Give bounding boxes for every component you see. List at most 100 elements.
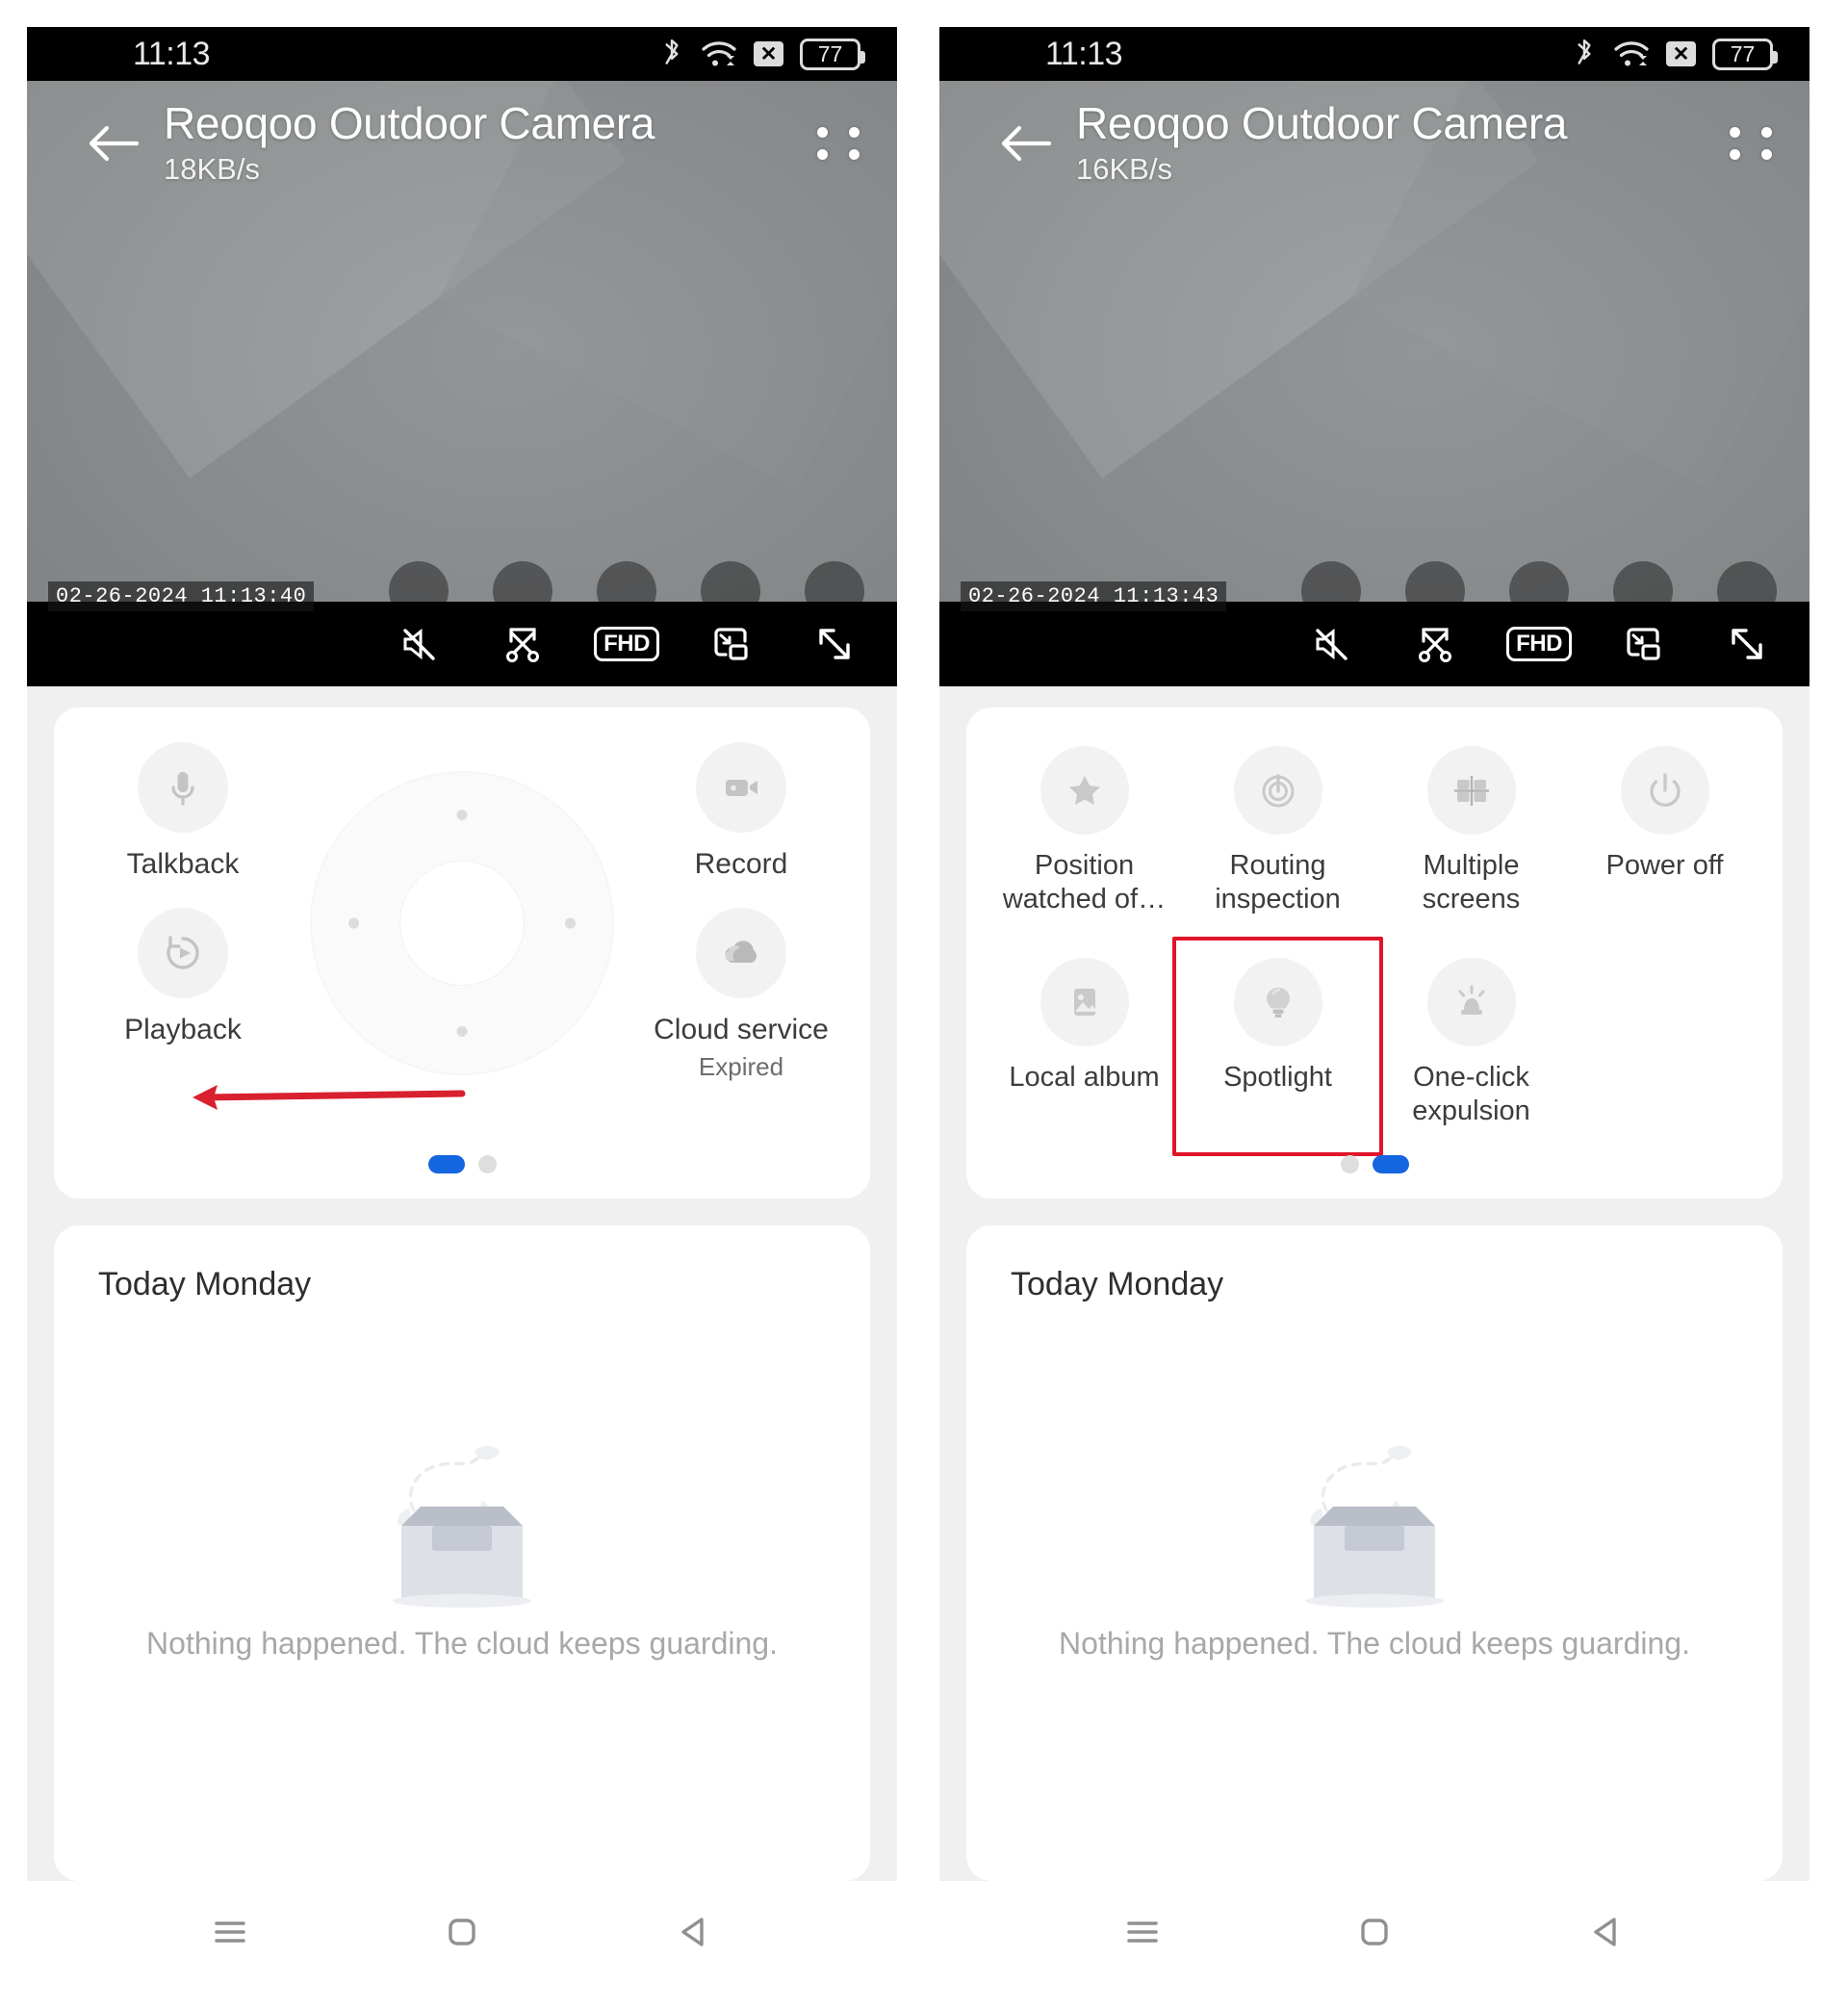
player-control-bar: FHD (27, 602, 897, 686)
four-dot-menu-icon[interactable] (1721, 114, 1781, 173)
events-card: Today Monday Nothing happened. The cloud… (54, 1225, 870, 1881)
grid-empty-slot (1568, 952, 1761, 1135)
quality-button[interactable]: FHD (1506, 614, 1572, 674)
routing-inspection-button[interactable]: Routing inspection (1181, 740, 1374, 923)
back-arrow-icon[interactable] (997, 115, 1055, 172)
clip-button[interactable] (493, 614, 552, 674)
empty-state: Nothing happened. The cloud keeps guardi… (1011, 1303, 1738, 1841)
back-arrow-icon[interactable] (85, 115, 142, 172)
battery-percent: 77 (1730, 40, 1756, 66)
local-album-label: Local album (1009, 1061, 1160, 1093)
page-dot-2[interactable] (1372, 1155, 1409, 1173)
cloud-service-button[interactable]: Cloud service Expired (612, 908, 870, 1082)
position-watched-button[interactable]: Position watched of… (988, 740, 1181, 923)
status-bar: 11:13 ✕ 77 (27, 27, 897, 81)
routing-dial-icon (1233, 746, 1322, 835)
nav-back-button[interactable] (1572, 1897, 1641, 1967)
android-nav-bar (939, 1881, 1810, 1983)
local-album-button[interactable]: Local album (988, 952, 1181, 1135)
video-title-block: Reoqoo Outdoor Camera 18KB/s (164, 97, 808, 188)
nav-home-button[interactable] (427, 1897, 497, 1967)
page-indicator (54, 1155, 870, 1173)
quality-button[interactable]: FHD (594, 614, 659, 674)
battery-indicator: 77 (1712, 38, 1778, 70)
mute-toggle[interactable] (1301, 614, 1361, 674)
status-icon-group: ✕ 77 (659, 38, 865, 70)
page-dot-1[interactable] (427, 1155, 465, 1173)
status-icon-group: ✕ 77 (1572, 38, 1778, 70)
empty-state-text: Nothing happened. The cloud keeps guardi… (146, 1625, 778, 1661)
empty-state: Nothing happened. The cloud keeps guardi… (98, 1303, 826, 1841)
one-click-expulsion-label: One-click expulsion (1412, 1061, 1530, 1127)
multi-screen-grid-icon (1426, 746, 1516, 835)
cloud-service-label: Cloud service (654, 1014, 829, 1045)
bitrate-label: 18KB/s (164, 152, 260, 187)
phone-screen-right: 11:13 ✕ 77 Reoqoo Outdoor Camera 16KB/s … (939, 27, 1810, 1983)
fhd-badge-icon: FHD (594, 627, 659, 661)
page-indicator (966, 1155, 1783, 1173)
one-click-expulsion-button[interactable]: One-click expulsion (1374, 952, 1568, 1135)
mute-toggle[interactable] (389, 614, 449, 674)
empty-inbox-icon (393, 1445, 531, 1608)
wifi-icon (701, 39, 737, 69)
android-nav-bar (27, 1881, 897, 1983)
control-panel-card-page2: Position watched of… Routing inspection (966, 708, 1783, 1198)
microphone-icon (138, 742, 228, 833)
four-dot-menu-icon[interactable] (808, 114, 868, 173)
fhd-badge-icon: FHD (1506, 627, 1572, 661)
spotlight-button[interactable]: Spotlight (1172, 936, 1383, 1156)
siren-alarm-icon (1426, 957, 1516, 1046)
video-timestamp-overlay: 02-26-2024 11:13:43 (961, 581, 1227, 611)
control-side-buttons: Talkback Record Playback Cloud service E… (54, 731, 870, 1082)
live-video-view[interactable]: Reoqoo Outdoor Camera 16KB/s 02-26-2024 … (939, 81, 1810, 686)
annotation-arrow-left (192, 1085, 466, 1110)
position-watched-label: Position watched of… (1002, 850, 1167, 915)
fullscreen-button[interactable] (1717, 614, 1777, 674)
empty-state-text: Nothing happened. The cloud keeps guardi… (1059, 1625, 1690, 1661)
playback-history-icon (138, 908, 228, 998)
multiple-screens-label: Multiple screens (1422, 850, 1521, 915)
phone-screen-left: 11:13 ✕ 77 Reoqoo Outdoor Camera 18KB/s … (27, 27, 897, 1983)
sim-disabled-icon: ✕ (754, 41, 783, 66)
clip-button[interactable] (1405, 614, 1465, 674)
scroll-content: Talkback Record Playback Cloud service E… (27, 686, 897, 1881)
page-dot-2[interactable] (477, 1155, 497, 1173)
sim-disabled-icon: ✕ (1666, 41, 1696, 66)
page-dot-1[interactable] (1340, 1155, 1359, 1173)
status-time: 11:13 (133, 35, 211, 72)
events-title: Today Monday (1011, 1266, 1224, 1302)
nav-recents-button[interactable] (195, 1897, 265, 1967)
video-header: Reoqoo Outdoor Camera 18KB/s (27, 81, 897, 206)
video-header: Reoqoo Outdoor Camera 16KB/s (939, 81, 1810, 206)
power-off-button[interactable]: Power off (1568, 740, 1761, 923)
nav-home-button[interactable] (1340, 1897, 1409, 1967)
dpad-gap (312, 742, 612, 881)
record-button[interactable]: Record (612, 742, 870, 881)
cloud-icon (696, 908, 786, 998)
events-card: Today Monday Nothing happened. The cloud… (966, 1225, 1783, 1881)
talkback-label: Talkback (126, 848, 240, 880)
empty-inbox-icon (1305, 1445, 1444, 1608)
pip-button[interactable] (701, 614, 760, 674)
wifi-icon (1613, 39, 1650, 69)
routing-inspection-label: Routing inspection (1215, 850, 1341, 915)
nav-recents-button[interactable] (1108, 1897, 1177, 1967)
record-label: Record (694, 848, 788, 880)
player-control-bar: FHD (939, 602, 1810, 686)
bitrate-label: 16KB/s (1076, 152, 1172, 187)
spotlight-label: Spotlight (1223, 1061, 1332, 1093)
power-off-label: Power off (1605, 850, 1724, 881)
page-title: Reoqoo Outdoor Camera (164, 97, 655, 148)
bluetooth-icon (659, 38, 684, 70)
multiple-screens-button[interactable]: Multiple screens (1374, 740, 1568, 923)
nav-back-button[interactable] (659, 1897, 729, 1967)
talkback-button[interactable]: Talkback (54, 742, 312, 881)
pip-button[interactable] (1613, 614, 1673, 674)
live-video-view[interactable]: Reoqoo Outdoor Camera 18KB/s 02-26-2024 … (27, 81, 897, 686)
image-gallery-icon (1040, 957, 1129, 1046)
status-time: 11:13 (1045, 35, 1123, 72)
playback-button[interactable]: Playback (54, 908, 312, 1082)
fullscreen-button[interactable] (805, 614, 864, 674)
dpad-gap-2 (312, 908, 612, 1082)
status-bar: 11:13 ✕ 77 (939, 27, 1810, 81)
